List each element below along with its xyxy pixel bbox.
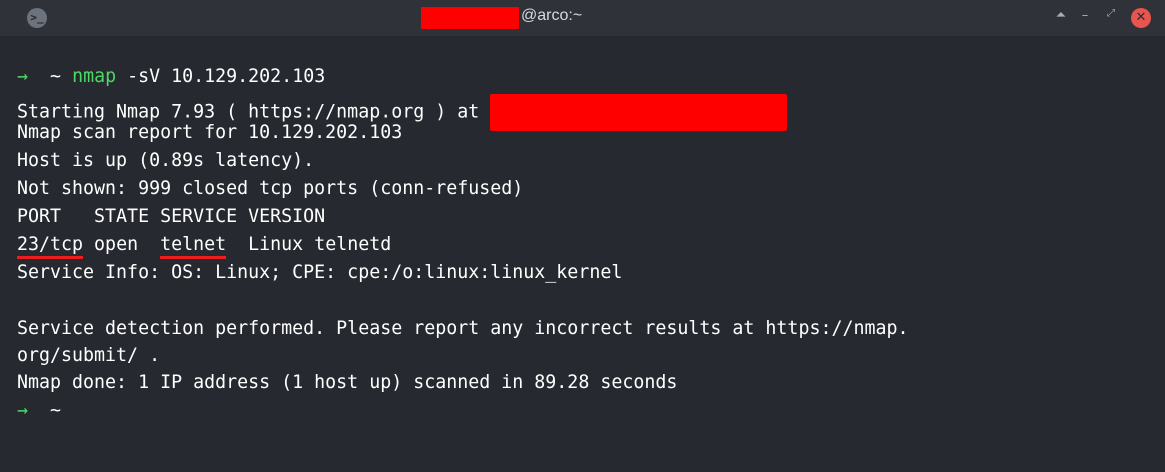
done-line: Nmap done: 1 IP address (1 host up) scan… <box>17 372 678 393</box>
window-title: @arco:~ <box>521 7 583 24</box>
title-bar[interactable]: >_ @arco:~ ⏶ – ⤢ ✕ <box>0 0 1165 36</box>
close-icon[interactable]: ✕ <box>1131 8 1151 28</box>
not-shown-line: Not shown: 999 closed tcp ports (conn-re… <box>17 178 524 199</box>
final-prompt-tilde: ~ <box>50 400 62 421</box>
version-value: Linux telnetd <box>226 234 392 255</box>
terminal-window: >_ @arco:~ ⏶ – ⤢ ✕ → ~ nmap -sV 10.129.2… <box>0 0 1165 472</box>
shade-icon[interactable]: ⏶ <box>1051 8 1071 28</box>
redacted-username <box>421 7 519 29</box>
minimize-icon[interactable]: – <box>1075 8 1095 28</box>
redacted-timestamp <box>490 94 788 131</box>
ports-header: PORT STATE SERVICE VERSION <box>17 206 326 227</box>
command-name: nmap <box>72 66 117 87</box>
starting-line: Starting Nmap 7.93 ( https://nmap.org ) … <box>17 94 788 131</box>
maximize-icon[interactable]: ⤢ <box>1101 8 1121 28</box>
final-prompt[interactable]: → ~ <box>17 400 61 427</box>
terminal-icon: >_ <box>27 8 47 28</box>
host-line: Host is up (0.89s latency). <box>17 150 315 171</box>
command-args: -sV 10.129.202.103 <box>116 66 326 87</box>
port-row: 23/tcp open telnet Linux telnetd <box>17 234 391 261</box>
service-info-line: Service Info: OS: Linux; CPE: cpe:/o:lin… <box>17 262 623 283</box>
command-line: → ~ nmap -sV 10.129.202.103 <box>17 66 325 93</box>
prompt-arrow: → <box>17 66 29 87</box>
detection-line-1: Service detection performed. Please repo… <box>17 318 909 339</box>
port-value: 23/tcp <box>17 234 84 259</box>
state-value: open <box>83 234 161 255</box>
detection-line-2: org/submit/ . <box>17 345 161 366</box>
service-value: telnet <box>160 234 227 259</box>
prompt-tilde: ~ <box>50 66 62 87</box>
final-prompt-arrow: → <box>17 400 29 421</box>
report-line: Nmap scan report for 10.129.202.103 <box>17 122 403 143</box>
starting-text: Starting Nmap 7.93 ( https://nmap.org ) … <box>17 101 491 123</box>
terminal-output[interactable]: → ~ nmap -sV 10.129.202.103 Starting Nma… <box>0 36 1165 472</box>
